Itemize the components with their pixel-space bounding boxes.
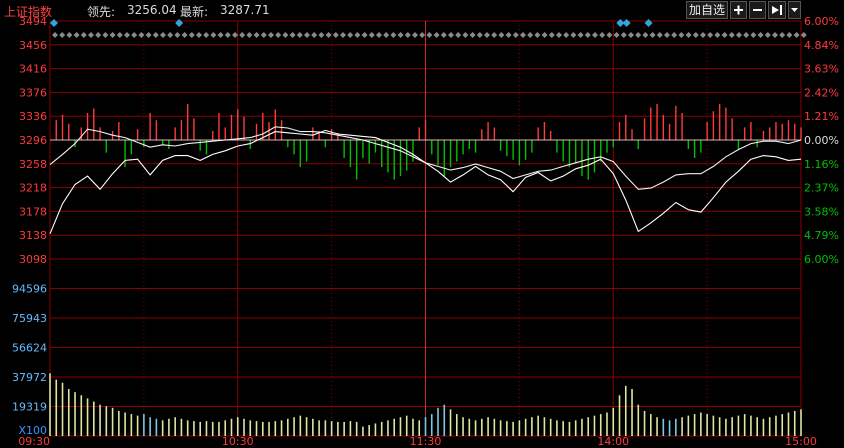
percent-tick-label: 2.42% [804, 86, 839, 99]
percent-tick-label: 0.00% [804, 134, 839, 147]
chart-header: 上证指数 领先: 3256.04 最新: 3287.71 加自选 [0, 0, 844, 20]
percent-tick-label: 2.37% [804, 182, 839, 195]
percent-tick-label: 4.84% [804, 39, 839, 52]
zoom-out-button[interactable] [749, 1, 766, 19]
leading-label: 领先: [87, 5, 116, 19]
intraday-chart[interactable]: 3494345634163376333632963258321831783138… [0, 0, 844, 448]
volume-tick-label: 75943 [12, 312, 47, 325]
price-tick-label: 3376 [19, 86, 47, 99]
time-tick-label: 09:30 [18, 435, 50, 448]
zoom-in-button[interactable] [730, 1, 747, 19]
add-watchlist-button[interactable]: 加自选 [686, 1, 728, 19]
price-tick-label: 3138 [19, 229, 47, 242]
price-tick-label: 3416 [19, 63, 47, 76]
arrow-right-bar-icon [772, 5, 782, 15]
percent-tick-label: 4.79% [804, 229, 839, 242]
push-right-button[interactable] [768, 1, 786, 19]
minus-icon [753, 9, 762, 11]
time-tick-label: 14:00 [597, 435, 629, 448]
percent-tick-label: 1.21% [804, 110, 839, 123]
time-tick-label: 10:30 [222, 435, 254, 448]
index-name[interactable]: 上证指数 [4, 3, 52, 20]
price-tick-label: 3296 [19, 134, 47, 147]
volume-tick-label: 37972 [12, 371, 47, 384]
price-tick-label: 3218 [19, 182, 47, 195]
percent-tick-label: 3.58% [804, 205, 839, 218]
volume-tick-label: 94596 [12, 283, 47, 296]
price-tick-label: 3098 [19, 253, 47, 266]
price-tick-label: 3178 [19, 205, 47, 218]
percent-tick-label: 6.00% [804, 253, 839, 266]
percent-tick-label: 3.63% [804, 63, 839, 76]
leading-value: 3256.04 [127, 3, 177, 17]
latest-value: 3287.71 [220, 3, 270, 17]
time-tick-label: 15:00 [785, 435, 817, 448]
price-tick-label: 3456 [19, 39, 47, 52]
volume-tick-label: 19319 [12, 401, 47, 414]
price-tick-label: 3258 [19, 158, 47, 171]
latest-label: 最新: [180, 5, 209, 19]
percent-tick-label: 1.16% [804, 158, 839, 171]
time-tick-label: 11:30 [410, 435, 442, 448]
chart-background [0, 0, 844, 448]
dropdown-triangle-icon [791, 8, 798, 12]
price-tick-label: 3336 [19, 110, 47, 123]
volume-tick-label: 56624 [12, 342, 47, 355]
plus-icon [734, 5, 743, 15]
menu-dropdown-button[interactable] [788, 1, 801, 19]
